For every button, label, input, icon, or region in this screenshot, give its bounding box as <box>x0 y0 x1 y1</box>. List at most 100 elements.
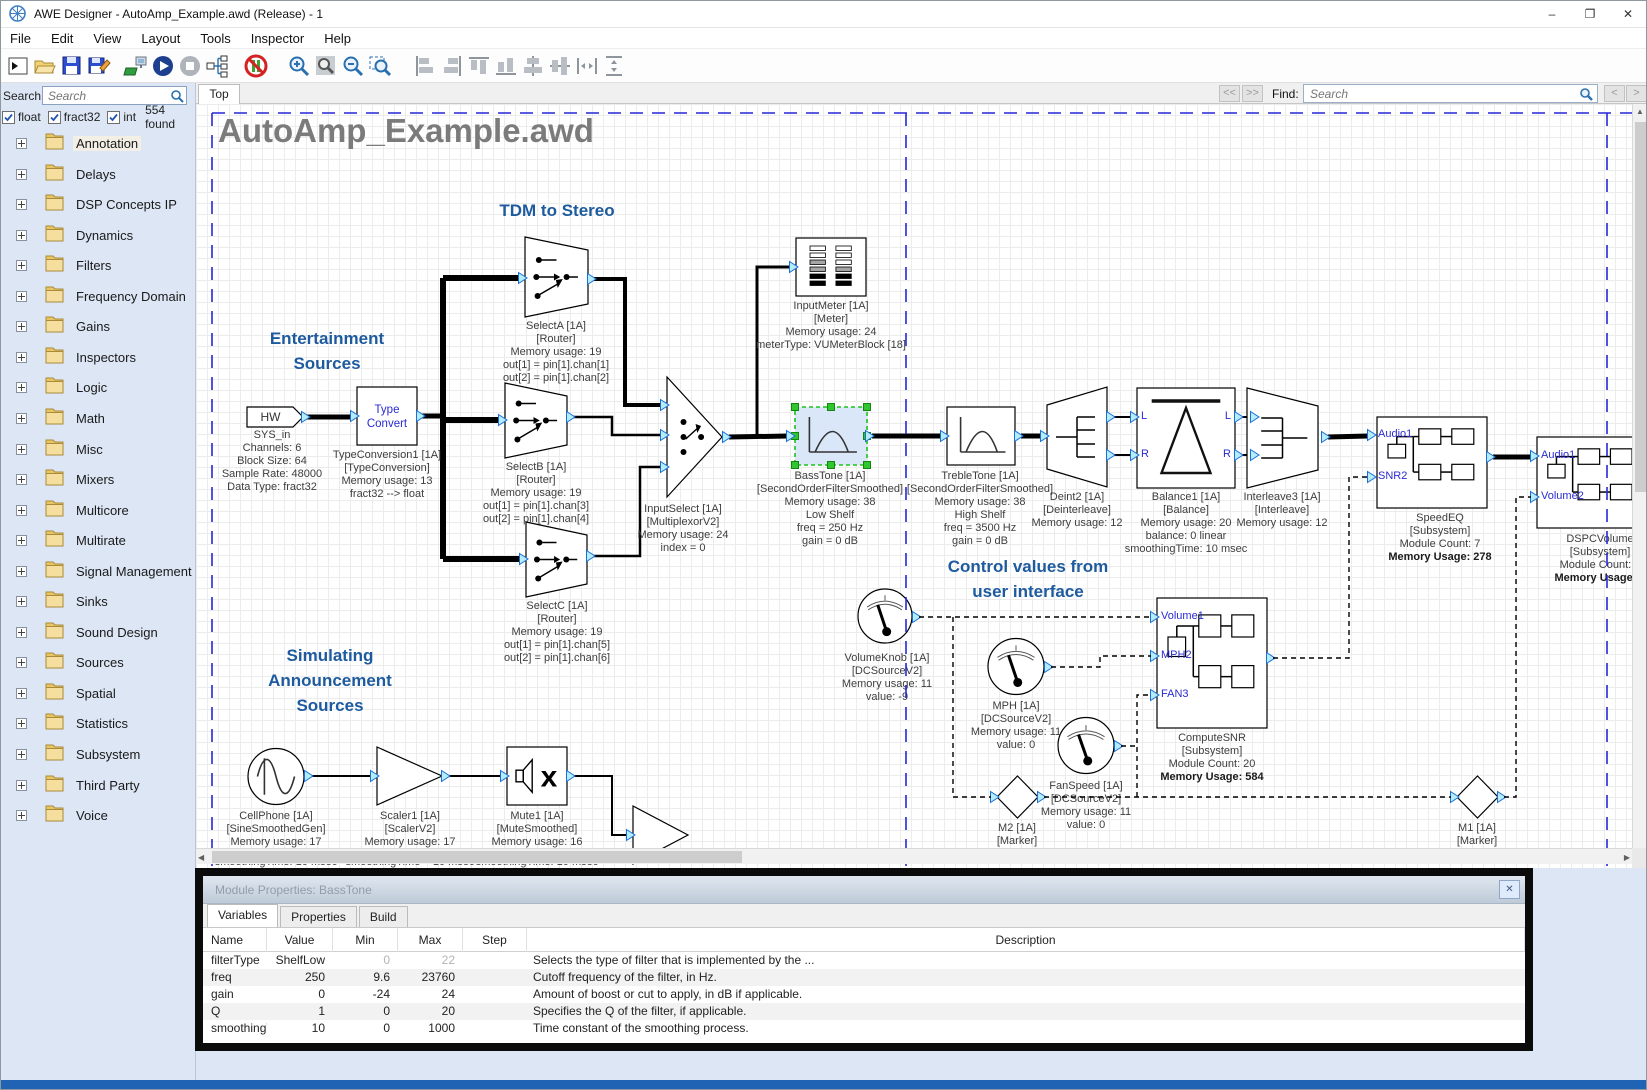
filter-checkbox-int[interactable] <box>107 111 120 124</box>
column-header-name[interactable]: Name <box>203 928 267 952</box>
sidebar-item-statistics[interactable]: Statistics <box>0 709 195 739</box>
pin-Balance1-R[interactable] <box>1130 449 1140 464</box>
panel-close-button[interactable]: ✕ <box>1499 880 1520 899</box>
pin-Interleave3[interactable] <box>1250 411 1260 426</box>
variable-row-freq[interactable]: freq2509.623760Cutoff frequency of the f… <box>203 969 1525 986</box>
space-horizontal-button[interactable] <box>573 52 600 80</box>
sidebar-item-third-party[interactable]: Third Party <box>0 771 195 801</box>
pin-SpeedEQ[interactable] <box>1486 451 1496 466</box>
zoom-out-button[interactable] <box>339 52 366 80</box>
pin-VolumeKnob[interactable] <box>912 611 922 626</box>
column-header-step[interactable]: Step <box>463 928 527 952</box>
find-prev-button[interactable]: << <box>1219 85 1240 102</box>
expand-icon[interactable] <box>16 444 27 455</box>
pin-TypeConversion1[interactable] <box>350 410 360 425</box>
panel-tab-properties[interactable]: Properties <box>280 906 357 927</box>
sidebar-item-multicore[interactable]: Multicore <box>0 496 195 526</box>
pin-SpeedEQ-SNR2[interactable] <box>1367 471 1377 486</box>
scroll-up-icon[interactable]: ▲ <box>1636 107 1644 116</box>
pin-Deint2[interactable] <box>1040 430 1050 445</box>
selection-handle[interactable] <box>863 403 871 411</box>
expand-icon[interactable] <box>16 321 27 332</box>
pin-InputSelect[interactable] <box>660 429 670 444</box>
pin-InputSelect[interactable] <box>660 399 670 414</box>
expand-icon[interactable] <box>16 382 27 393</box>
pin-Interleave3[interactable] <box>1321 431 1331 446</box>
play-button[interactable] <box>149 52 176 80</box>
sidebar-item-sound-design[interactable]: Sound Design <box>0 618 195 648</box>
expand-icon[interactable] <box>16 199 27 210</box>
pin-BassTone[interactable] <box>786 430 796 445</box>
scroll-left-icon[interactable]: ◀ <box>198 853 204 862</box>
canvas-vscrollbar[interactable]: ▲ ▼ <box>1632 104 1647 864</box>
pin-SelectB[interactable] <box>566 411 576 426</box>
menu-view[interactable]: View <box>83 29 131 48</box>
pin-Balance1-L[interactable] <box>1130 411 1140 426</box>
pin-SelectA[interactable] <box>587 273 597 288</box>
block-Mute1[interactable]: x <box>507 747 567 805</box>
scroll-right-icon[interactable]: ▶ <box>1624 853 1630 862</box>
zoom-region-button[interactable] <box>366 52 393 80</box>
block-Scaler1[interactable] <box>377 747 442 805</box>
save-as-button[interactable] <box>85 52 112 80</box>
expand-icon[interactable] <box>16 291 27 302</box>
pin-DSPCVolume-Audio1[interactable] <box>1530 450 1540 465</box>
pin-CellPhone[interactable] <box>304 770 314 785</box>
center-vertical-button[interactable] <box>546 52 573 80</box>
expand-icon[interactable] <box>16 718 27 729</box>
sidebar-item-mixers[interactable]: Mixers <box>0 465 195 495</box>
sidebar-item-delays[interactable]: Delays <box>0 160 195 190</box>
design-canvas[interactable]: TDM to StereoEntertainmentSourcesSimulat… <box>196 104 1647 868</box>
block-SelectB[interactable] <box>505 383 567 458</box>
menu-file[interactable]: File <box>0 29 41 48</box>
sidebar-item-annotation[interactable]: Annotation <box>0 129 195 159</box>
pin-SelectA[interactable] <box>518 272 528 287</box>
sidebar-item-logic[interactable]: Logic <box>0 373 195 403</box>
expand-icon[interactable] <box>16 596 27 607</box>
close-button[interactable]: ✕ <box>1609 0 1647 28</box>
expand-icon[interactable] <box>16 657 27 668</box>
sidebar-item-dsp-concepts-ip[interactable]: DSP Concepts IP <box>0 190 195 220</box>
pin-SelectB[interactable] <box>498 414 508 429</box>
pin-Scaler1[interactable] <box>370 770 380 785</box>
panel-header[interactable]: Module Properties: BassTone ✕ <box>203 876 1525 904</box>
expand-icon[interactable] <box>16 810 27 821</box>
block-InputMeter[interactable] <box>796 238 866 296</box>
selection-handle[interactable] <box>791 461 799 469</box>
sidebar-item-sinks[interactable]: Sinks <box>0 587 195 617</box>
expand-icon[interactable] <box>16 352 27 363</box>
tab-top[interactable]: Top <box>198 84 240 104</box>
sidebar-item-inspectors[interactable]: Inspectors <box>0 343 195 373</box>
expand-icon[interactable] <box>16 749 27 760</box>
sidebar-item-multirate[interactable]: Multirate <box>0 526 195 556</box>
pin-InputSelect[interactable] <box>722 431 732 446</box>
sidebar-item-subsystem[interactable]: Subsystem <box>0 740 195 770</box>
connect-target-button[interactable] <box>122 52 149 80</box>
sidebar-item-filters[interactable]: Filters <box>0 251 195 281</box>
sidebar-item-dynamics[interactable]: Dynamics <box>0 221 195 251</box>
pin-M2[interactable] <box>1037 791 1047 806</box>
sidebar-item-math[interactable]: Math <box>0 404 195 434</box>
column-header-min[interactable]: Min <box>333 928 398 952</box>
expand-icon[interactable] <box>16 138 27 149</box>
menu-edit[interactable]: Edit <box>41 29 83 48</box>
filter-checkbox-fract32[interactable] <box>48 111 61 124</box>
pin-SelectC[interactable] <box>519 553 529 568</box>
pin-Interleave3[interactable] <box>1250 449 1260 464</box>
open-file-button[interactable] <box>31 52 58 80</box>
align-bottom-button[interactable] <box>492 52 519 80</box>
sidebar-item-gains[interactable]: Gains <box>0 312 195 342</box>
page-back-button[interactable]: < <box>1604 85 1625 102</box>
variable-row-filterType[interactable]: filterTypeShelfLow022Selects the type of… <box>203 952 1525 969</box>
menu-inspector[interactable]: Inspector <box>241 29 314 48</box>
expand-icon[interactable] <box>16 780 27 791</box>
menu-help[interactable]: Help <box>314 29 361 48</box>
sidebar-item-sources[interactable]: Sources <box>0 648 195 678</box>
pin-M1[interactable] <box>1450 791 1460 806</box>
expand-icon[interactable] <box>16 535 27 546</box>
pin-Deint2[interactable] <box>1106 411 1116 426</box>
pin-MPH[interactable] <box>1044 661 1054 676</box>
pin-SpeedEQ-Audio1[interactable] <box>1367 429 1377 444</box>
pin-Deint2[interactable] <box>1106 449 1116 464</box>
pin-TrebleTone[interactable] <box>1014 430 1024 445</box>
